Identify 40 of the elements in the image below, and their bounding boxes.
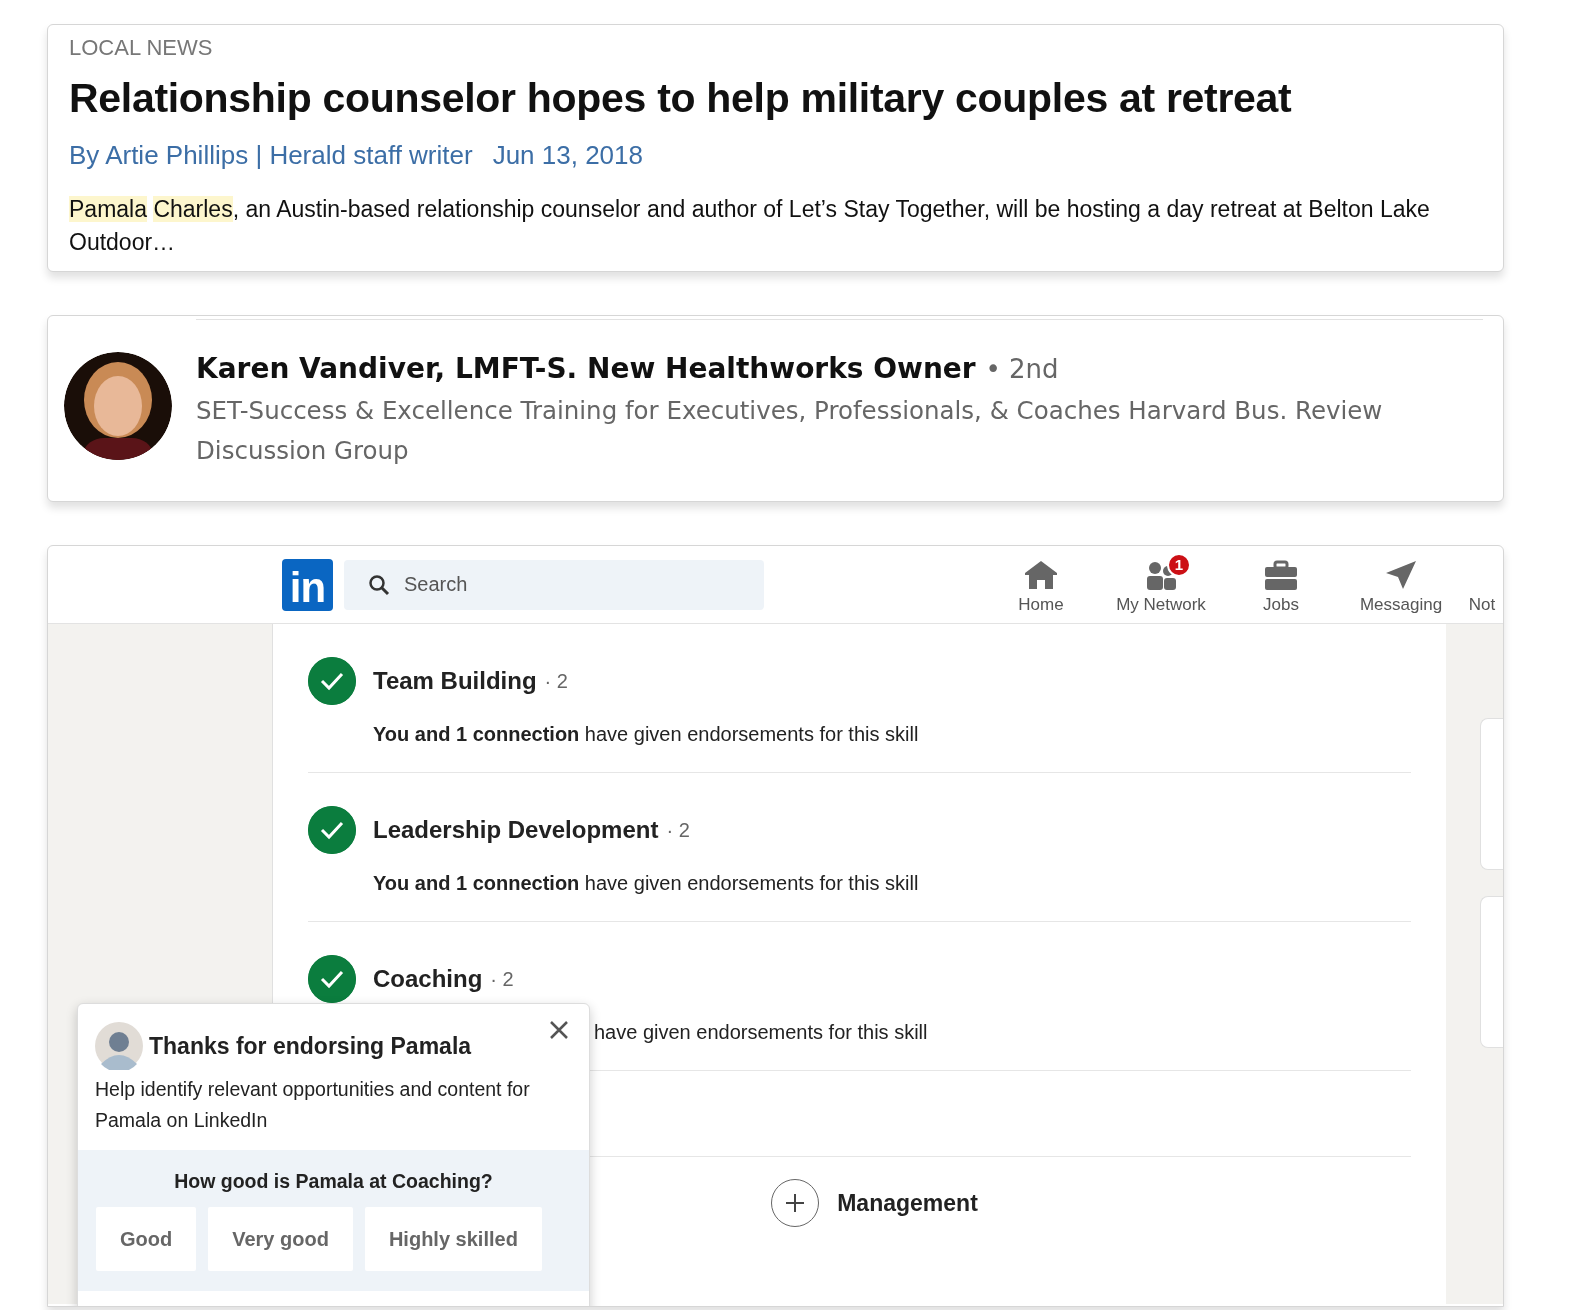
popup-title: Thanks for endorsing Pamala bbox=[149, 1032, 472, 1060]
nav-item[interactable]: Jobs bbox=[1221, 558, 1341, 615]
rating-option[interactable]: Good bbox=[96, 1207, 197, 1271]
search-icon bbox=[368, 573, 390, 596]
connection-degree: • 2nd bbox=[985, 354, 1059, 384]
endorsement-count: · 2 bbox=[544, 669, 568, 693]
article-date: Jun 13, 2018 bbox=[492, 140, 643, 171]
briefcase-icon bbox=[1263, 558, 1299, 591]
byline: By Artie Phillips | Herald staff writer bbox=[69, 140, 473, 171]
nav-item[interactable]: Home bbox=[981, 558, 1101, 615]
skill-name: Team Building bbox=[373, 667, 537, 695]
checkmark-icon[interactable] bbox=[308, 955, 356, 1003]
avatar-icon bbox=[95, 1022, 143, 1070]
popup-message: Help identify relevant opportunities and content for Pamala on LinkedIn bbox=[95, 1077, 531, 1133]
skill-name: Leadership Development bbox=[373, 816, 659, 844]
close-icon bbox=[549, 1020, 569, 1040]
rating-option[interactable]: Very good bbox=[208, 1207, 353, 1271]
endorsement-text: You and 1 connection have given endorsements for this skill bbox=[373, 723, 919, 746]
nav-item[interactable]: Not bbox=[1461, 558, 1503, 615]
rating-option[interactable]: Highly skilled bbox=[364, 1207, 542, 1271]
section-label: LOCAL NEWS bbox=[69, 35, 214, 61]
skill-name: Management bbox=[837, 1189, 978, 1217]
home-icon bbox=[1023, 558, 1059, 591]
checkmark-icon[interactable] bbox=[308, 657, 356, 705]
profile-headline: SET-Success & Excellence Training for Executives, Professionals, & Coaches Harvard Bus. Review Discussion Group bbox=[196, 395, 1384, 467]
skill-name: Coaching bbox=[373, 965, 483, 993]
rating-question: How good is Pamala at Coaching? bbox=[173, 1170, 494, 1193]
endorsement-text: have given endorsements for this skill bbox=[594, 1021, 928, 1044]
endorsement-text: You and 1 connection have given endorsements for this skill bbox=[373, 872, 919, 895]
search-field[interactable]: Search bbox=[344, 559, 764, 610]
endorsement-count: · 2 bbox=[490, 967, 514, 991]
checkmark-icon[interactable] bbox=[308, 806, 356, 854]
nav-item[interactable]: Messaging bbox=[1341, 558, 1461, 615]
logo[interactable]: in bbox=[282, 558, 333, 611]
add-skill-button[interactable] bbox=[771, 1179, 820, 1227]
notification-badge: 1 bbox=[1167, 552, 1191, 577]
article-excerpt: Pamala Charles, an Austin-based relationship counselor and author of Let’s Stay Together, will be hosting a day retreat at Belton Lake Outdoor… bbox=[69, 195, 1431, 257]
profile-name[interactable]: Karen Vandiver, LMFT-S. New Healthworks Owner bbox=[196, 352, 976, 385]
article-headline: Relationship counselor hopes to help military couples at retreat bbox=[69, 75, 1293, 122]
endorsement-count: · 2 bbox=[666, 818, 690, 842]
